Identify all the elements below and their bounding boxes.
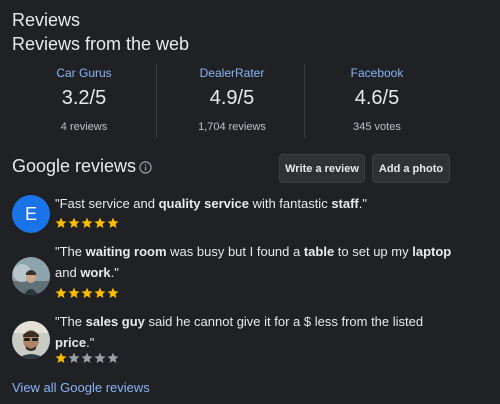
- review-text-segment: said he cannot give it for a $ less from…: [144, 314, 424, 329]
- avatar-photo: [12, 257, 50, 295]
- review-text-segment: .": [358, 196, 367, 211]
- source-count: 1,704 reviews: [198, 121, 266, 133]
- review-text-segment: and: [55, 265, 81, 280]
- star-filled-icon: [55, 287, 67, 298]
- review-text: "The sales guy said he cannot give it fo…: [55, 311, 465, 353]
- avatar[interactable]: [12, 321, 50, 359]
- review-keyword: waiting room: [85, 244, 167, 259]
- source-link[interactable]: Facebook: [302, 65, 452, 81]
- star-filled-icon: [107, 287, 119, 298]
- review-keyword: staff: [331, 196, 359, 211]
- star-empty-icon: [107, 352, 119, 363]
- star-filled-icon: [68, 287, 80, 298]
- web-review-sources: Car Gurus 3.2/5 4 reviews DealerRater 4.…: [0, 62, 500, 140]
- source-car-gurus: Car Gurus 3.2/5 4 reviews: [9, 62, 159, 140]
- review-keyword: price: [55, 335, 87, 350]
- source-score: 3.2/5: [61, 87, 107, 109]
- star-empty-icon: [94, 352, 106, 363]
- review-text-segment: "Fast service and: [55, 196, 159, 211]
- source-facebook: Facebook 4.6/5 345 votes: [302, 62, 452, 140]
- review-keyword: laptop: [412, 244, 452, 259]
- review-keyword: table: [303, 244, 335, 259]
- star-filled-icon: [81, 287, 93, 298]
- review-text-segment: was busy but I found a: [166, 244, 304, 259]
- source-score: 4.9/5: [209, 87, 255, 109]
- info-icon[interactable]: [139, 161, 152, 174]
- star-rating: [55, 287, 119, 299]
- review-text-segment: .": [110, 265, 119, 280]
- source-link[interactable]: Car Gurus: [9, 65, 159, 81]
- star-empty-icon: [81, 352, 93, 363]
- review-text-segment: "The: [55, 244, 86, 259]
- add-photo-button[interactable]: Add a photo: [372, 154, 450, 183]
- review-text-segment: with fantastic: [248, 196, 332, 211]
- source-count: 4 reviews: [60, 121, 108, 133]
- source-score: 4.6/5: [354, 87, 400, 109]
- star-empty-icon: [68, 352, 80, 363]
- source-link[interactable]: DealerRater: [157, 65, 307, 81]
- section-title: Reviews: [12, 10, 81, 30]
- star-rating: [55, 217, 119, 229]
- review-text-segment: .": [86, 335, 95, 350]
- review-keyword: sales guy: [85, 314, 145, 329]
- write-review-button[interactable]: Write a review: [279, 154, 365, 183]
- star-filled-icon: [81, 217, 93, 228]
- review-keyword: work: [80, 265, 111, 280]
- star-filled-icon: [55, 217, 67, 228]
- reviews-panel: Reviews Reviews from the web Car Gurus 3…: [0, 0, 500, 404]
- star-filled-icon: [55, 352, 67, 363]
- web-reviews-title: Reviews from the web: [12, 34, 190, 54]
- view-all-google-reviews-link[interactable]: View all Google reviews: [12, 379, 150, 397]
- avatar-photo: [12, 321, 50, 359]
- star-filled-icon: [107, 217, 119, 228]
- star-rating: [55, 352, 119, 364]
- review-text-segment: to set up my: [334, 244, 413, 259]
- review-text-segment: "The: [55, 314, 86, 329]
- avatar[interactable]: [12, 257, 50, 295]
- star-filled-icon: [94, 217, 106, 228]
- review-text: "Fast service and quality service with f…: [55, 193, 465, 214]
- star-filled-icon: [94, 287, 106, 298]
- source-dealerrater: DealerRater 4.9/5 1,704 reviews: [157, 62, 307, 140]
- review-keyword: quality service: [158, 196, 249, 211]
- star-filled-icon: [68, 217, 80, 228]
- review-text: "The waiting room was busy but I found a…: [55, 241, 465, 283]
- google-reviews-title: Google reviews: [12, 156, 137, 176]
- source-count: 345 votes: [353, 121, 401, 133]
- avatar[interactable]: E: [12, 195, 50, 233]
